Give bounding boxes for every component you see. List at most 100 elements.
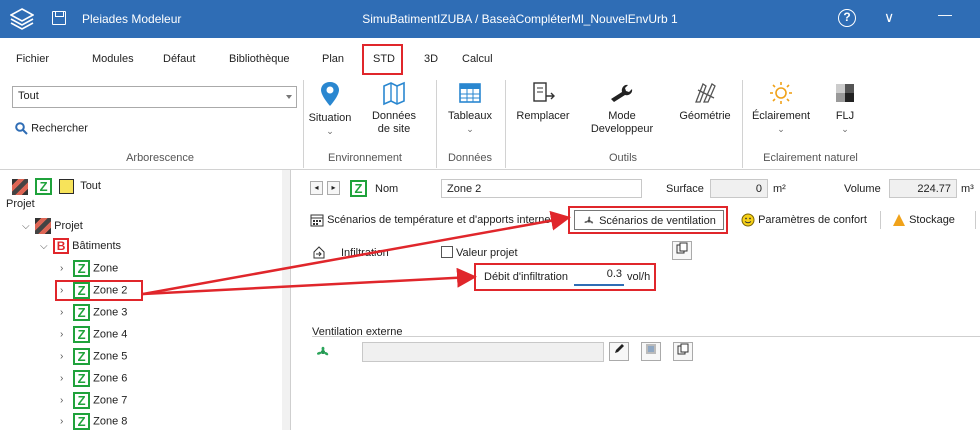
menu-fichier[interactable]: Fichier [16,53,49,65]
cube-icon[interactable] [59,179,75,194]
chevron-right-icon[interactable]: › [60,395,70,406]
replace-icon [533,82,555,102]
project-icon [35,218,52,234]
expand-chevron-icon[interactable]: ⌵ [40,241,50,252]
tree-scrollbar[interactable] [282,170,290,430]
group-environnement: Environnement [328,152,402,164]
zone-z-icon: Z [73,392,91,409]
chevron-right-icon[interactable]: › [60,416,70,427]
tab-parametres-confort[interactable]: Paramètres de confort [741,213,867,227]
eclairement-button[interactable]: Éclairement ⌄ [748,80,814,136]
tree-node-projet[interactable]: ⌵ Projet [22,218,83,234]
hatch-icon[interactable] [12,178,28,195]
nom-input[interactable]: Zone 2 [441,179,642,198]
valeur-projet-checkbox[interactable] [441,246,453,258]
smiley-icon [741,213,755,227]
menu-3d[interactable]: 3D [424,53,438,65]
image-button[interactable] [641,342,661,361]
std-highlight-box [362,44,403,75]
remplacer-button[interactable]: Remplacer [508,80,578,123]
tree-node-zone-8[interactable]: › Z Zone 8 [60,413,127,430]
tree-panel [0,170,290,430]
debit-label: Débit d'infiltration [484,271,569,283]
tree-node-zone-5[interactable]: › Z Zone 5 [60,348,127,365]
nav-prev-button[interactable]: ◂ [310,181,323,195]
situation-button[interactable]: Situation ⌄ [300,80,360,138]
tree-section-label: Projet [6,198,35,210]
menu-defaut[interactable]: Défaut [163,53,195,65]
tree-filter-label: Tout [80,180,101,193]
tab-divider [975,211,976,229]
chevron-down-icon: ⌄ [326,126,334,136]
chevron-down-icon: ⌄ [777,124,785,134]
chevron-right-icon[interactable]: › [60,263,70,274]
tree-node-label: Zone 8 [93,415,128,428]
chevron-right-icon[interactable]: › [60,329,70,340]
volume-label: Volume [844,183,881,195]
save-icon[interactable] [52,11,66,25]
nom-label: Nom [375,183,399,195]
tab-ventilation-content[interactable]: Scénarios de ventilation [582,214,716,228]
donnees-site-button[interactable]: Données de site [364,80,424,136]
app-logo-icon [10,8,34,30]
storage-cone-icon [893,214,905,226]
tab-stockage[interactable]: Stockage [892,213,955,227]
ventilation-externe-field[interactable] [362,342,604,362]
chevron-down-icon [286,95,292,99]
table-icon [459,83,481,103]
tableaux-button[interactable]: Tableaux ⌄ [440,80,500,136]
expand-chevron-icon[interactable]: ⌵ [22,221,32,232]
zone2-highlight-box [55,280,143,301]
nav-next-button[interactable]: ▸ [327,181,340,195]
edit-button[interactable] [609,342,629,361]
tab-scenarios-temperature[interactable]: Scénarios de température et d'apports in… [310,213,551,227]
calendar-icon [310,214,324,227]
flj-button[interactable]: FLJ ⌄ [822,80,868,136]
geometrie-button[interactable]: Géométrie [674,80,736,123]
menu-bibliotheque[interactable]: Bibliothèque [229,53,290,65]
tree-node-zone[interactable]: › Z Zone [60,260,118,277]
map-pin-icon [321,82,339,106]
surface-unit: m² [773,183,786,195]
help-button[interactable]: ? [838,9,856,27]
infiltration-label: Infiltration [341,247,389,259]
ribbon-collapse-button[interactable]: ∨ [884,9,894,26]
copy-button[interactable] [673,342,693,361]
menu-calcul[interactable]: Calcul [462,53,493,65]
tree-node-zone-6[interactable]: › Z Zone 6 [60,370,127,387]
ribbon-divider [742,80,743,168]
surface-value: 0 [710,179,768,198]
geometrie-label: Géométrie [679,110,731,122]
chevron-down-icon: ⌄ [841,124,849,134]
debit-input[interactable]: 0.3 [574,268,624,286]
chevron-right-icon[interactable]: › [60,351,70,362]
chevron-right-icon[interactable]: › [60,307,70,318]
document-title: SimuBatimentIZUBA / BaseàCompléterMl_Nou… [362,12,678,26]
copy-button[interactable] [672,241,692,260]
tree-node-label: Zone 3 [93,306,128,319]
tableaux-label: Tableaux [447,110,493,122]
tree-node-zone-7[interactable]: › Z Zone 7 [60,392,127,409]
tab-label: Scénarios de température et d'apports in… [327,213,551,226]
chevron-right-icon[interactable]: › [60,373,70,384]
tree-filter-combo[interactable]: Tout [12,86,297,108]
fan-icon [316,346,329,356]
valeur-projet-label: Valeur projet [456,247,518,259]
tree-node-zone-3[interactable]: › Z Zone 3 [60,304,127,321]
mode-developpeur-button[interactable]: Mode Developpeur [582,80,662,136]
debit-unit: vol/h [627,271,651,283]
surface-label: Surface [666,183,704,195]
search-button[interactable]: Rechercher [15,122,88,135]
tree-node-label: Zone [93,262,119,275]
zone-z-icon[interactable]: Z [35,178,53,195]
volume-value: 224.77 [889,179,957,198]
menu-modules[interactable]: Modules [92,53,134,65]
zone-z-icon: Z [73,348,91,365]
eclairement-label: Éclairement [751,110,811,122]
tab-label: Scénarios de ventilation [599,214,716,227]
menu-plan[interactable]: Plan [322,53,344,65]
minimize-button[interactable]: — [938,6,952,22]
tree-node-batiments[interactable]: ⌵ B Bâtiments [40,238,121,254]
tree-node-zone-4[interactable]: › Z Zone 4 [60,326,127,343]
mode-developpeur-label: Mode Developpeur [590,110,654,135]
